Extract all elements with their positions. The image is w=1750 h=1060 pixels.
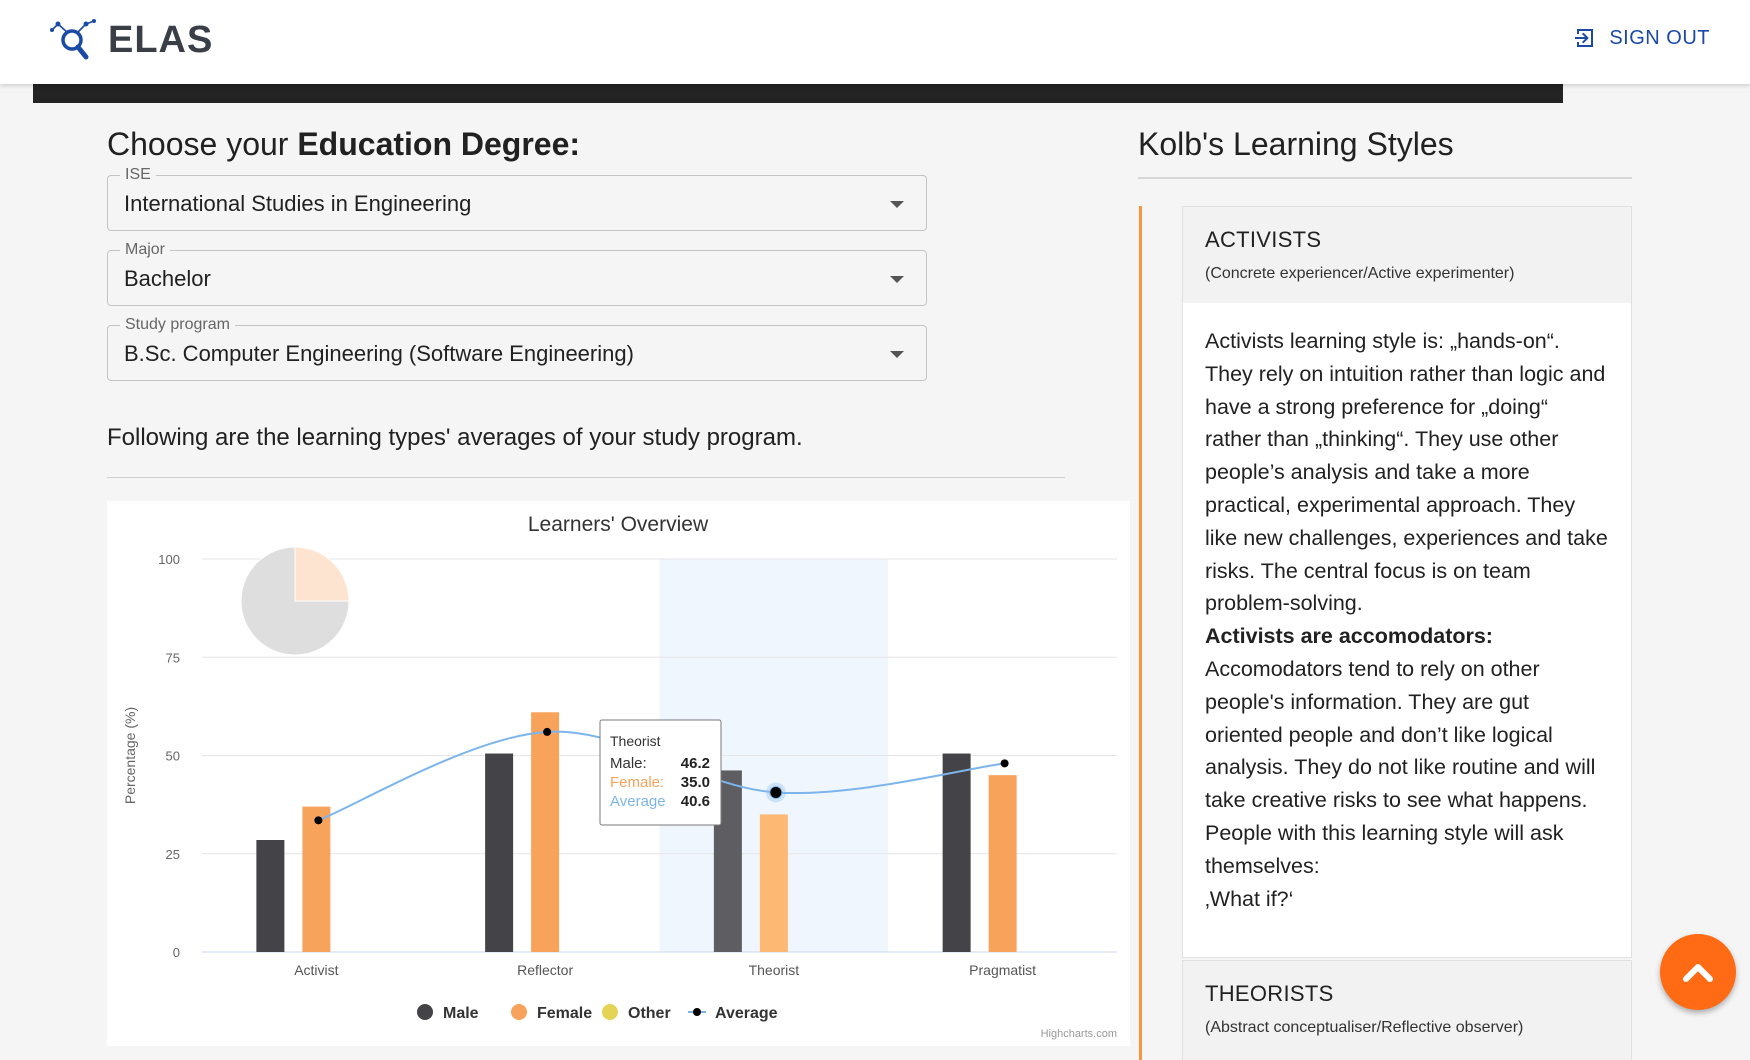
legend-label-female: Female — [537, 1005, 592, 1022]
top-app-bar: ELAS SIGN OUT — [0, 0, 1750, 84]
average-point — [314, 816, 323, 825]
activists-card: ACTIVISTS (Concrete experiencer/Active e… — [1182, 206, 1632, 958]
tooltip-row-value: 35.0 — [681, 774, 710, 791]
major-select-label: Major — [120, 241, 171, 259]
bar-male — [942, 753, 971, 952]
chevron-up-icon — [1683, 964, 1713, 982]
study-program-select-label: Study program — [120, 316, 235, 334]
sign-out-button[interactable]: SIGN OUT — [1573, 26, 1710, 50]
tooltip-row-label: Average — [610, 793, 666, 810]
legend-label-average: Average — [715, 1005, 778, 1022]
dropdown-arrow-icon[interactable] — [890, 276, 904, 283]
averages-description: Following are the learning types' averag… — [107, 424, 803, 451]
bar-male — [485, 753, 514, 952]
theorists-card-header[interactable]: THEORISTS (Abstract conceptualiser/Refle… — [1183, 961, 1631, 1060]
legend-marker-other — [602, 1004, 618, 1020]
bar-female — [759, 814, 788, 952]
chart-svg: Learners' Overview 0 25 50 75 100 Percentage (… — [122, 513, 1117, 1040]
learners-overview-chart: Learners' Overview 0 25 50 75 100 Percentage (… — [107, 501, 1130, 1046]
theorists-card: THEORISTS (Abstract conceptualiser/Refle… — [1182, 960, 1632, 1060]
sign-out-label: SIGN OUT — [1609, 26, 1710, 49]
y-tick-label: 0 — [173, 945, 180, 960]
activists-paragraph-1: Activists learning style is: „hands-on“.… — [1205, 329, 1608, 616]
heading-bold: Education Degree: — [297, 126, 581, 162]
university-select[interactable]: ISE International Studies in Engineering — [107, 166, 927, 231]
heading-prefix: Choose your — [107, 126, 298, 162]
tooltip-row-value: 40.6 — [681, 793, 710, 810]
section-divider — [107, 477, 1065, 478]
activists-description: Activists learning style is: „hands-on“.… — [1183, 303, 1631, 957]
dropdown-arrow-icon[interactable] — [890, 351, 904, 358]
average-point — [1000, 759, 1009, 768]
y-tick-label: 100 — [158, 552, 180, 567]
legend-marker-male — [417, 1004, 433, 1020]
legend-marker-female — [511, 1004, 527, 1020]
scroll-to-top-button[interactable] — [1660, 934, 1736, 1010]
y-tick-label: 75 — [166, 650, 180, 665]
app-logo[interactable]: ELAS — [50, 18, 213, 62]
timeline-line — [1139, 206, 1142, 1060]
chart-title: Learners' Overview — [528, 513, 709, 536]
x-tick-label: Pragmatist — [969, 962, 1036, 978]
bar-female — [302, 806, 331, 952]
bar-female — [531, 712, 560, 952]
y-tick-label: 50 — [166, 749, 180, 764]
x-tick-label: Activist — [294, 962, 338, 978]
average-point — [543, 727, 552, 736]
activists-subtitle: (Concrete experiencer/Active experimente… — [1205, 265, 1515, 282]
average-point — [769, 785, 783, 799]
bar-female — [988, 775, 1017, 952]
kolb-title: Kolb's Learning Styles — [1138, 126, 1454, 162]
study-program-select-value: B.Sc. Computer Engineering (Software Eng… — [124, 341, 634, 366]
university-select-value: International Studies in Engineering — [124, 191, 472, 216]
tooltip-row-label: Female: — [610, 774, 664, 791]
activists-title: ACTIVISTS — [1205, 227, 1322, 252]
dropdown-arrow-icon[interactable] — [890, 201, 904, 208]
tooltip-row-label: Male: — [610, 755, 647, 772]
activists-paragraph-2: Accomodators tend to rely on other peopl… — [1205, 656, 1596, 878]
dark-banner-strip — [33, 84, 1563, 103]
tooltip-row-value: 46.2 — [681, 755, 710, 772]
kolb-divider — [1138, 177, 1632, 179]
legend-average-marker — [693, 1008, 701, 1016]
logo-text: ELAS — [108, 18, 214, 61]
y-tick-label: 25 — [166, 847, 180, 862]
legend-label-male: Male — [443, 1005, 479, 1022]
chart-credits: Highcharts.com — [1041, 1028, 1117, 1040]
major-select[interactable]: Major Bachelor — [107, 241, 927, 306]
x-tick-label: Reflector — [517, 962, 573, 978]
magnifier-network-icon — [50, 19, 96, 60]
pie-slice-female — [294, 546, 350, 602]
theorists-title: THEORISTS — [1205, 981, 1334, 1006]
bar-male — [256, 839, 285, 952]
sign-out-icon — [1575, 29, 1594, 47]
degree-heading: Choose your Education Degree: — [107, 126, 580, 163]
activists-card-header[interactable]: ACTIVISTS (Concrete experiencer/Active e… — [1183, 207, 1631, 303]
university-select-label: ISE — [120, 166, 156, 184]
tooltip-title: Theorist — [610, 733, 661, 749]
major-select-value: Bachelor — [124, 266, 211, 291]
legend-label-other: Other — [628, 1005, 671, 1022]
activists-quote: ‚What if?‘ — [1205, 886, 1294, 911]
theorists-subtitle: (Abstract conceptualiser/Reflective obse… — [1205, 1019, 1524, 1036]
x-tick-label: Theorist — [749, 962, 800, 978]
study-program-select[interactable]: Study program B.Sc. Computer Engineering… — [107, 316, 927, 381]
y-axis-label: Percentage (%) — [122, 707, 138, 804]
activists-bold-heading: Activists are accomodators: — [1205, 624, 1493, 649]
